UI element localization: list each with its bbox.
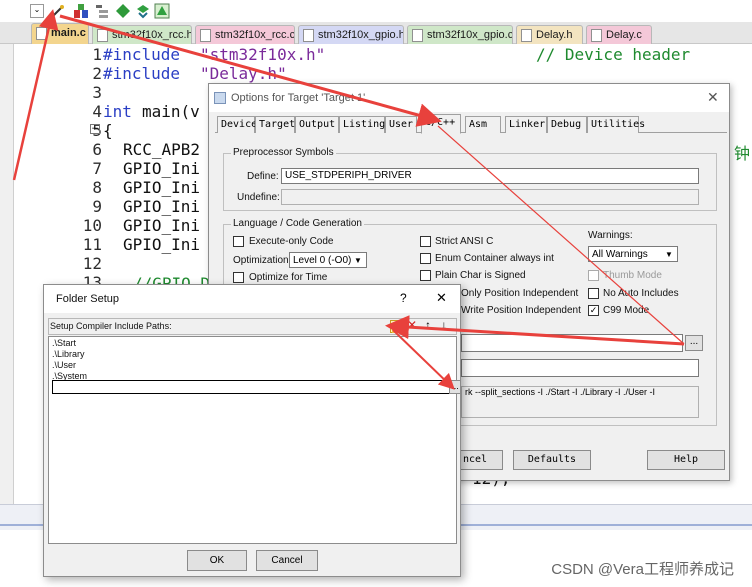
annotation-arrows (12, 9, 685, 390)
guide-line (437, 125, 685, 345)
arrow-to-new-folder (385, 315, 685, 346)
arrow-to-browse (392, 329, 455, 390)
watermark: CSDN @Vera工程师养成记 (551, 561, 734, 578)
arrow-to-magic-wand (12, 9, 59, 181)
arrow-to-cpp-tab (59, 14, 442, 127)
